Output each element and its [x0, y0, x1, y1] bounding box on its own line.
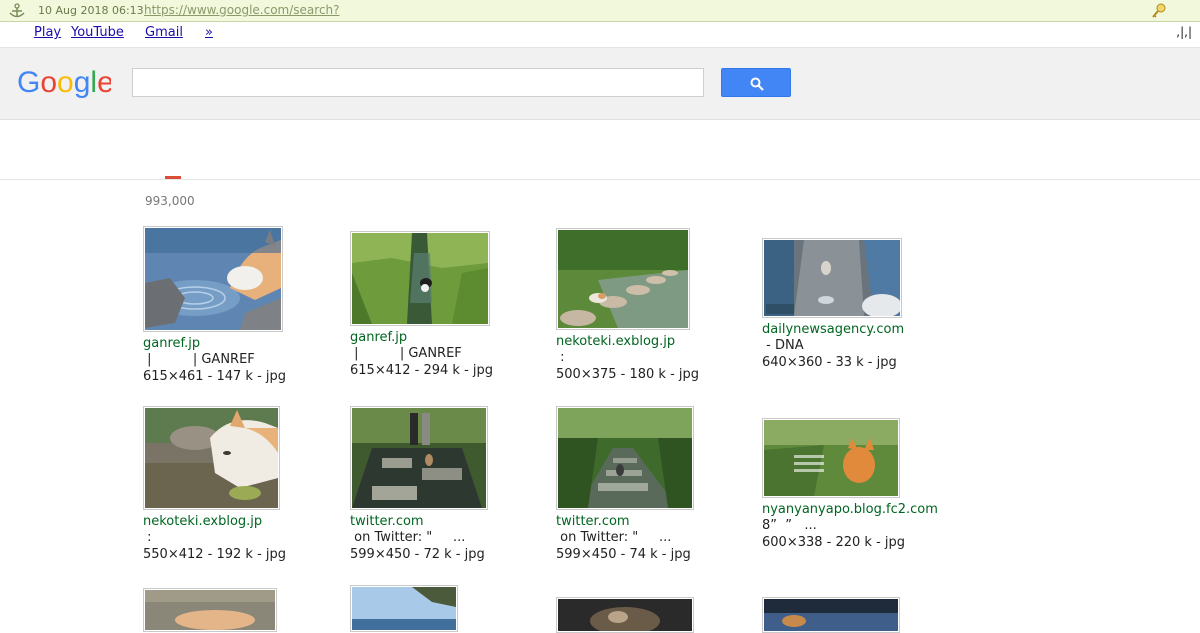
- image-result[interactable]: [556, 597, 694, 633]
- nav-link-youtube[interactable]: YouTube: [71, 25, 124, 40]
- result-description: on Twitter: " ...: [556, 530, 672, 545]
- result-description: - DNA: [762, 338, 804, 353]
- search-input[interactable]: [132, 68, 704, 97]
- result-count: 993,000: [145, 194, 195, 208]
- image-result[interactable]: nyanyanyapo.blog.fc2.com 8” ” ... 600×33…: [762, 418, 938, 551]
- search-icon: [750, 77, 764, 91]
- image-result[interactable]: ganref.jp | | GANREF 615×461 - 147 k - j…: [143, 226, 286, 385]
- result-thumbnail[interactable]: [762, 418, 900, 498]
- image-result[interactable]: dailynewsagency.com - DNA 640×360 - 33 k…: [762, 238, 904, 371]
- result-description: on Twitter: " ...: [350, 530, 466, 545]
- result-description: | | GANREF: [350, 346, 462, 361]
- result-thumbnail[interactable]: [556, 597, 694, 633]
- image-result[interactable]: [762, 597, 900, 633]
- result-thumbnail[interactable]: [762, 597, 900, 633]
- result-thumbnail[interactable]: [143, 406, 280, 510]
- image-result[interactable]: nekoteki.exblog.jp : 550×412 - 192 k - j…: [143, 406, 286, 563]
- result-thumbnail[interactable]: [350, 585, 458, 632]
- image-result[interactable]: nekoteki.exblog.jp : 500×375 - 180 k - j…: [556, 228, 699, 383]
- nav-link-play[interactable]: Play: [34, 25, 61, 40]
- nav-right-text: ,|,|: [1176, 25, 1192, 39]
- result-description: | | GANREF: [143, 352, 255, 367]
- result-meta: 599×450 - 72 k - jpg: [350, 547, 485, 562]
- capture-date: 10 Aug 2018 06:13: [38, 4, 144, 17]
- result-description: :: [556, 350, 565, 365]
- svg-text:Google: Google: [17, 66, 111, 99]
- result-domain[interactable]: nekoteki.exblog.jp: [143, 514, 286, 529]
- nav-more-link[interactable]: »: [205, 25, 213, 40]
- result-thumbnail[interactable]: [143, 588, 277, 632]
- active-tab-indicator: [165, 176, 181, 179]
- result-domain[interactable]: ganref.jp: [350, 330, 493, 345]
- search-button[interactable]: [721, 68, 791, 97]
- result-description: 8” ” ...: [762, 518, 817, 533]
- source-url-link[interactable]: https://www.google.com/search?: [144, 3, 340, 17]
- nav-link-gmail[interactable]: Gmail: [145, 25, 183, 40]
- result-domain[interactable]: ganref.jp: [143, 336, 286, 351]
- result-meta: 615×461 - 147 k - jpg: [143, 369, 287, 384]
- image-result[interactable]: [350, 585, 458, 632]
- result-meta: 599×450 - 74 k - jpg: [556, 547, 691, 562]
- result-domain[interactable]: dailynewsagency.com: [762, 322, 904, 337]
- result-thumbnail[interactable]: [350, 231, 490, 326]
- result-thumbnail[interactable]: [762, 238, 902, 318]
- anchor-icon[interactable]: [8, 3, 26, 19]
- search-header: Google: [0, 48, 1200, 120]
- archive-bar: 10 Aug 2018 06:13 https://www.google.com…: [0, 0, 1200, 22]
- key-icon[interactable]: [1150, 3, 1168, 19]
- google-logo[interactable]: Google: [17, 64, 111, 100]
- search-tabs: [0, 120, 1200, 180]
- result-domain[interactable]: nyanyanyapo.blog.fc2.com: [762, 502, 938, 517]
- image-result[interactable]: twitter.com on Twitter: " ... 599×450 - …: [350, 406, 488, 563]
- result-thumbnail[interactable]: [350, 406, 488, 510]
- result-thumbnail[interactable]: [143, 226, 283, 332]
- result-thumbnail[interactable]: [556, 228, 690, 330]
- result-meta: 640×360 - 33 k - jpg: [762, 355, 897, 370]
- result-thumbnail[interactable]: [556, 406, 694, 510]
- result-description: :: [143, 530, 152, 545]
- result-meta: 615×412 - 294 k - jpg: [350, 363, 494, 378]
- image-result[interactable]: [143, 588, 277, 632]
- result-domain[interactable]: twitter.com: [556, 514, 694, 529]
- result-meta: 600×338 - 220 k - jpg: [762, 535, 906, 550]
- result-meta: 500×375 - 180 k - jpg: [556, 367, 700, 382]
- result-meta: 550×412 - 192 k - jpg: [143, 547, 287, 562]
- result-domain[interactable]: nekoteki.exblog.jp: [556, 334, 699, 349]
- image-result[interactable]: twitter.com on Twitter: " ... 599×450 - …: [556, 406, 694, 563]
- image-result[interactable]: ganref.jp | | GANREF 615×412 - 294 k - j…: [350, 231, 493, 379]
- result-domain[interactable]: twitter.com: [350, 514, 488, 529]
- google-nav-bar: Play YouTube Gmail » ,|,|: [0, 22, 1200, 48]
